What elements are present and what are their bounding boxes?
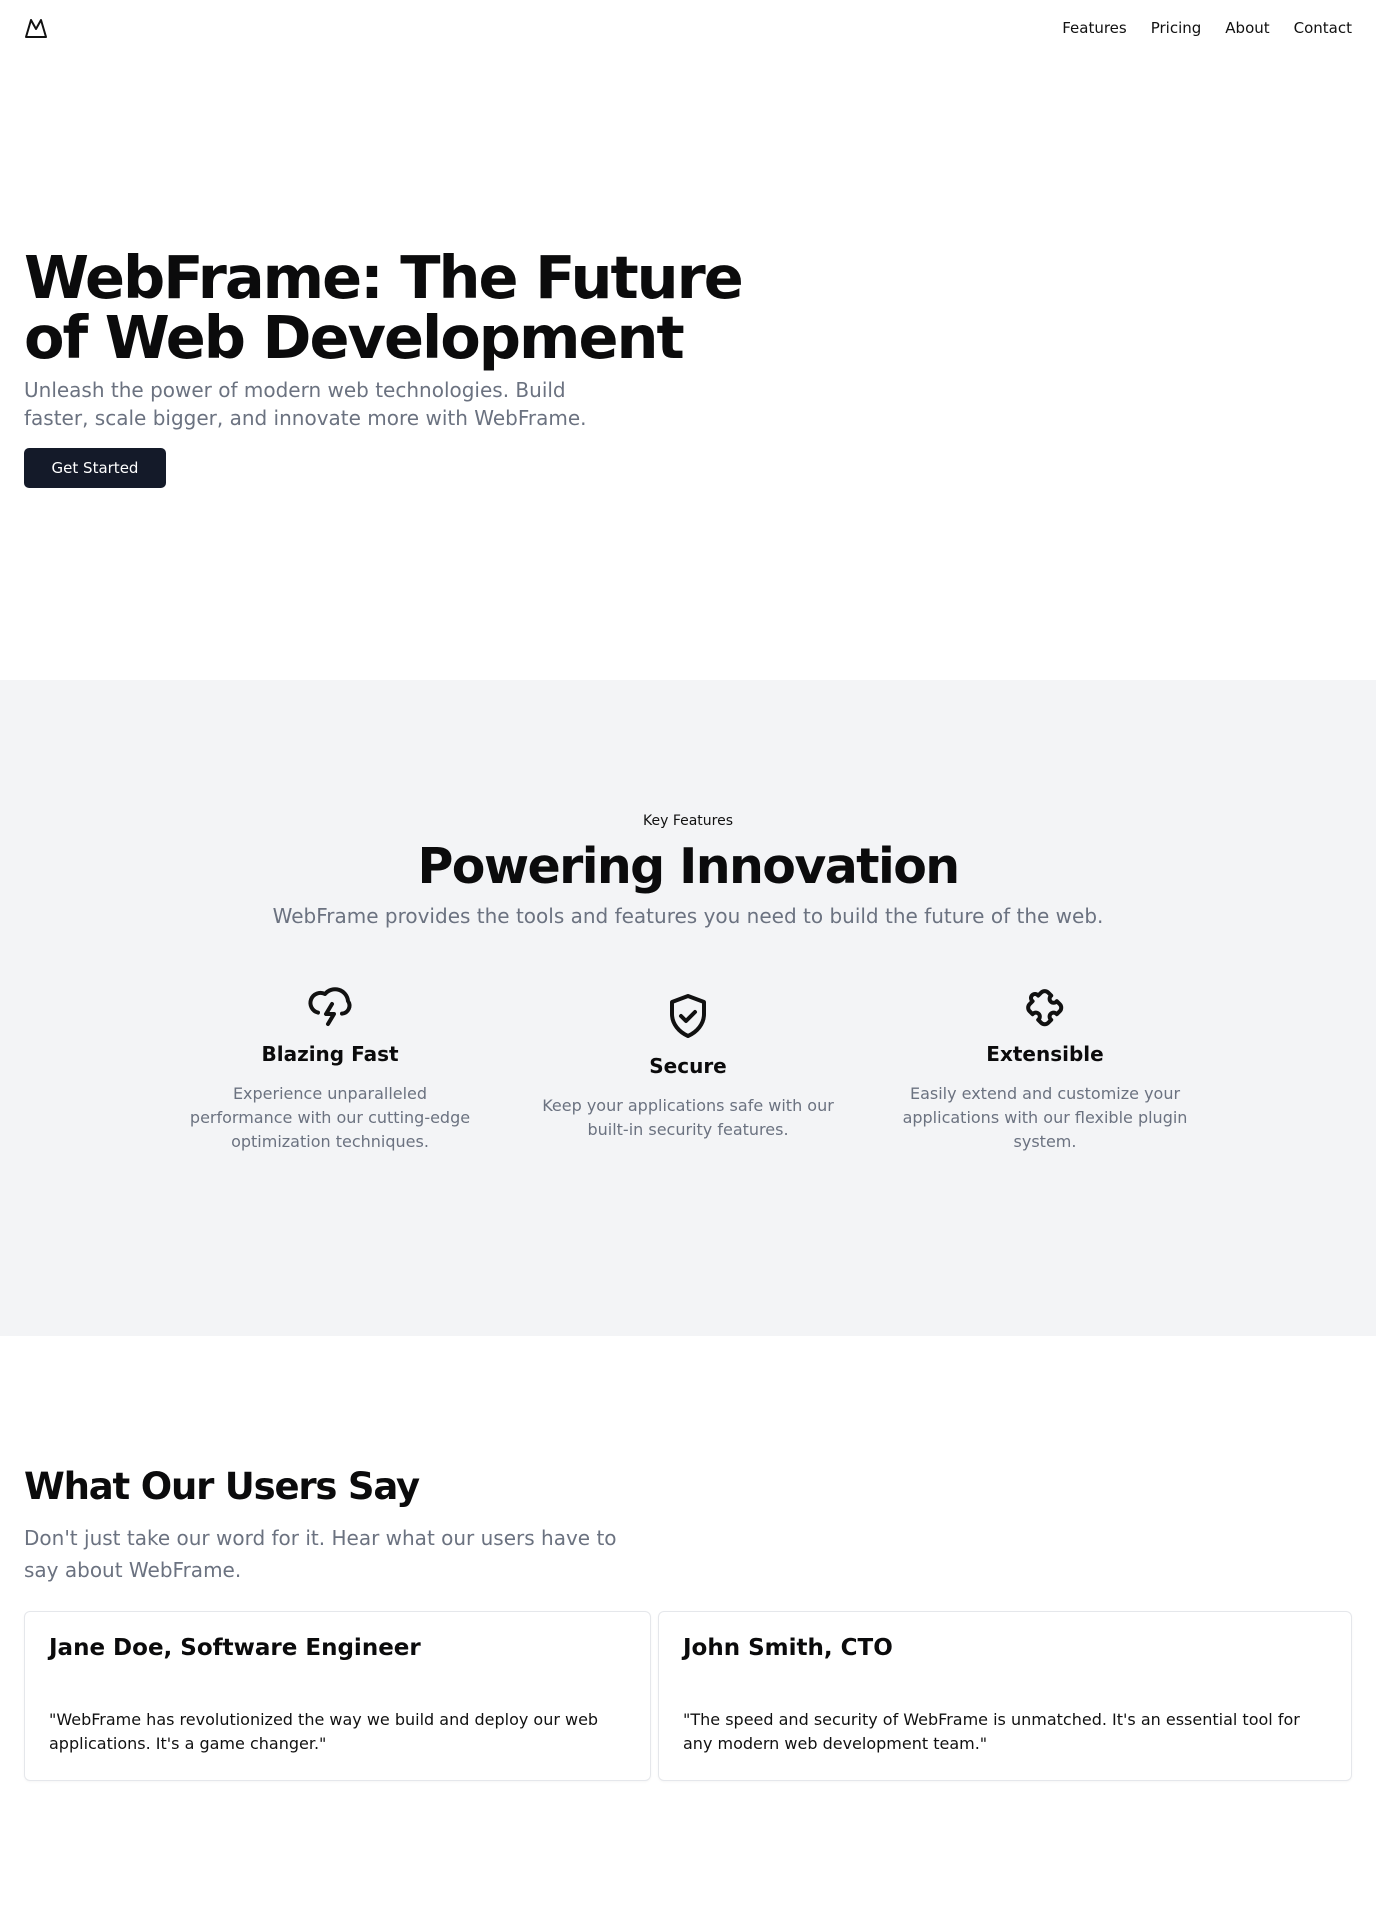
shield-check-icon xyxy=(670,994,706,1038)
features-eyebrow: Key Features xyxy=(642,813,734,829)
nav-link-pricing[interactable]: Pricing xyxy=(1151,17,1202,39)
testimonial-author: Jane Doe, Software Engineer xyxy=(49,1635,421,1661)
nav-link-contact[interactable]: Contact xyxy=(1294,17,1352,39)
hero-subtitle: Unleash the power of modern web technolo… xyxy=(24,378,587,430)
puzzle-icon xyxy=(1026,989,1064,1027)
feature-extensible: Extensible Easily extend and customize y… xyxy=(895,980,1195,1154)
testimonials-subtitle: Don't just take our word for it. Hear wh… xyxy=(24,1526,617,1582)
feature-title: Blazing Fast xyxy=(261,1042,399,1066)
feature-description: Keep your applications safe with our bui… xyxy=(542,1096,834,1139)
testimonial-card: John Smith, CTO "The speed and security … xyxy=(658,1611,1352,1781)
feature-title: Secure xyxy=(649,1054,727,1078)
features-title: Powering Innovation xyxy=(417,838,960,895)
testimonial-quote: "WebFrame has revolutionized the way we … xyxy=(49,1710,599,1753)
features-subtitle: WebFrame provides the tools and features… xyxy=(272,904,1104,928)
features-section: Key Features Powering Innovation WebFram… xyxy=(0,680,1376,1336)
main-nav: Features Pricing About Contact xyxy=(1062,17,1352,39)
cloud-lightning-icon xyxy=(308,987,352,1026)
feature-title: Extensible xyxy=(986,1042,1104,1066)
hero-section: WebFrame: The Future of Web Development … xyxy=(0,56,1376,680)
testimonial-author: John Smith, CTO xyxy=(683,1635,893,1661)
site-header: Features Pricing About Contact xyxy=(0,0,1376,56)
testimonial-quote: "The speed and security of WebFrame is u… xyxy=(683,1710,1300,1753)
testimonials-section: What Our Users Say Don't just take our w… xyxy=(0,1336,1376,1909)
nav-link-about[interactable]: About xyxy=(1225,17,1269,39)
testimonials-title: What Our Users Say xyxy=(24,1465,420,1508)
feature-description: Experience unparalleled performance with… xyxy=(189,1084,471,1151)
testimonial-card: Jane Doe, Software Engineer "WebFrame ha… xyxy=(24,1611,651,1781)
feature-blazing-fast: Blazing Fast Experience unparalleled per… xyxy=(180,980,480,1154)
hero-title: WebFrame: The Future of Web Development xyxy=(24,243,744,372)
get-started-button[interactable]: Get Started xyxy=(24,448,166,488)
mountain-icon[interactable] xyxy=(24,16,48,40)
nav-link-features[interactable]: Features xyxy=(1062,17,1127,39)
feature-description: Easily extend and customize your applica… xyxy=(902,1084,1188,1151)
feature-secure: Secure Keep your applications safe with … xyxy=(538,992,838,1142)
